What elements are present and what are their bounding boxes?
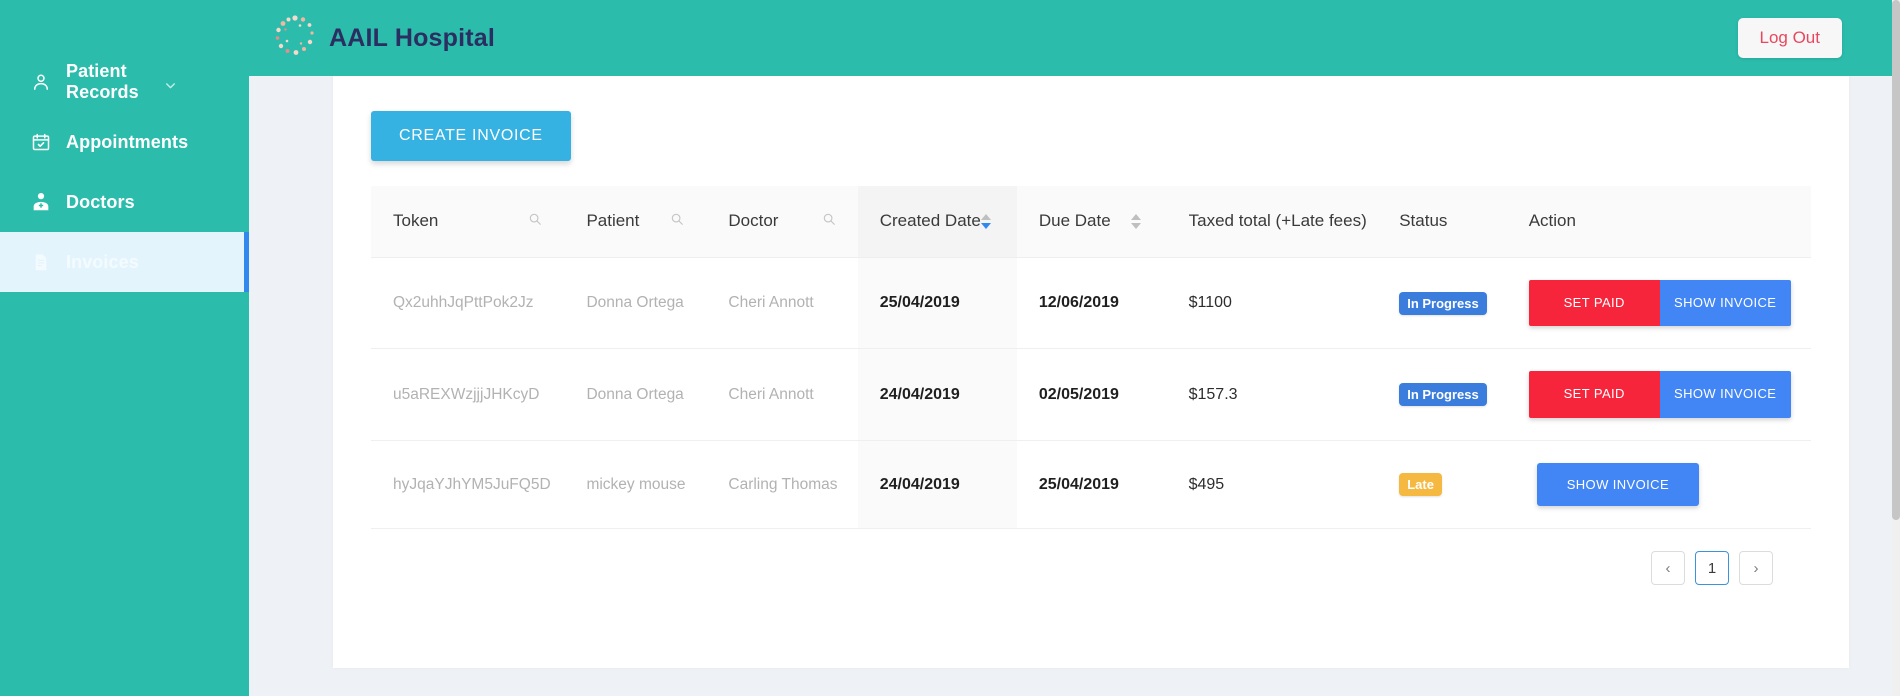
toolbar: CREATE INVOICE <box>333 76 1849 161</box>
table-row: Qx2uhhJqPttPok2Jz Donna Ortega Cheri Ann… <box>371 257 1811 350</box>
sidebar-item-doctors[interactable]: Doctors <box>0 172 249 232</box>
cell-due-date: 02/05/2019 <box>1016 348 1167 442</box>
sidebar-item-invoices[interactable]: Invoices <box>0 232 249 292</box>
cell-taxed-total: $1100 <box>1166 257 1378 350</box>
cell-token: u5aREXWzjjjJHKcyD <box>371 348 565 442</box>
pagination: ‹ 1 › <box>371 529 1811 586</box>
table-body: Qx2uhhJqPttPok2Jz Donna Ortega Cheri Ann… <box>371 257 1811 530</box>
sort-toggle-due-date[interactable] <box>1130 213 1141 229</box>
invoices-card: CREATE INVOICE Token Patient Doctor Crea… <box>333 76 1849 668</box>
col-created-date[interactable]: Created Date <box>857 186 1017 258</box>
main-region: AAIL Hospital Log Out CREATE INVOICE Tok… <box>249 0 1900 696</box>
sidebar-item-label: Invoices <box>66 251 139 272</box>
user-icon <box>28 70 54 94</box>
status-badge: In Progress <box>1399 291 1487 315</box>
sidebar: Patient Records Appointments Doctors Inv… <box>0 0 249 696</box>
cell-patient: Donna Ortega <box>564 348 707 442</box>
col-token[interactable]: Token <box>371 186 565 258</box>
invoices-table: Token Patient Doctor Created Date Due Da… <box>371 186 1811 530</box>
brand: AAIL Hospital <box>267 10 495 66</box>
set-paid-button[interactable]: SET PAID <box>1528 371 1660 419</box>
topbar: AAIL Hospital Log Out <box>249 0 1900 76</box>
chevron-down-icon[interactable] <box>164 76 177 89</box>
cell-created-date: 24/04/2019 <box>857 440 1017 530</box>
cell-patient: Donna Ortega <box>564 257 707 350</box>
invoices-table-wrap: Token Patient Doctor Created Date Due Da… <box>333 161 1849 586</box>
scrollbar-thumb[interactable] <box>1892 0 1900 520</box>
table-row: u5aREXWzjjjJHKcyD Donna Ortega Cheri Ann… <box>371 348 1811 442</box>
action-group: SET PAID SHOW INVOICE <box>1528 371 1791 419</box>
table-header-row: Token Patient Doctor Created Date Due Da… <box>371 186 1811 258</box>
status-badge: Late <box>1399 473 1442 497</box>
cell-token: Qx2uhhJqPttPok2Jz <box>371 257 565 350</box>
search-icon[interactable] <box>670 211 684 231</box>
cell-doctor: Cheri Annott <box>706 348 858 442</box>
brand-name: AAIL Hospital <box>329 23 496 52</box>
cell-patient: mickey mouse <box>564 440 707 530</box>
cell-action: SET PAID SHOW INVOICE <box>1506 348 1811 442</box>
create-invoice-button[interactable]: CREATE INVOICE <box>371 111 571 161</box>
sort-toggle-created-date[interactable] <box>980 213 991 229</box>
col-status: Status <box>1377 186 1507 258</box>
col-patient[interactable]: Patient <box>564 186 707 258</box>
table-head: Token Patient Doctor Created Date Due Da… <box>371 186 1811 258</box>
show-invoice-button[interactable]: SHOW INVOICE <box>1659 371 1791 419</box>
pagination-page-1[interactable]: 1 <box>1695 551 1729 586</box>
sidebar-item-label: Doctors <box>66 191 135 212</box>
cell-due-date: 25/04/2019 <box>1016 440 1167 530</box>
cell-action: SET PAID SHOW INVOICE <box>1506 257 1811 350</box>
cell-status: In Progress <box>1377 348 1507 442</box>
page-scrollbar[interactable] <box>1892 0 1900 696</box>
sidebar-item-label: Patient Records <box>66 61 139 102</box>
logo-icon <box>267 10 323 66</box>
sidebar-item-patient-records[interactable]: Patient Records <box>0 52 249 112</box>
table-row: hyJqaYJhYM5JuFQ5D mickey mouse Carling T… <box>371 440 1811 530</box>
action-group: SET PAID SHOW INVOICE <box>1528 279 1791 327</box>
document-icon <box>28 250 54 274</box>
search-icon[interactable] <box>528 211 542 231</box>
cell-taxed-total: $495 <box>1166 440 1378 530</box>
col-taxed-total: Taxed total (+Late fees) <box>1166 186 1378 258</box>
invoices-page: Patient Records Appointments Doctors Inv… <box>0 0 1900 696</box>
status-badge: In Progress <box>1399 383 1487 407</box>
cell-token: hyJqaYJhYM5JuFQ5D <box>371 440 565 530</box>
sidebar-item-appointments[interactable]: Appointments <box>0 112 249 172</box>
set-paid-button[interactable]: SET PAID <box>1528 279 1660 327</box>
cell-doctor: Cheri Annott <box>706 257 858 350</box>
cell-action: SHOW INVOICE <box>1506 440 1811 530</box>
calendar-icon <box>28 130 54 154</box>
col-action: Action <box>1506 186 1811 258</box>
search-icon[interactable] <box>822 211 836 231</box>
cell-doctor: Carling Thomas <box>706 440 858 530</box>
pagination-next[interactable]: › <box>1739 551 1773 586</box>
cell-due-date: 12/06/2019 <box>1016 257 1167 350</box>
cell-taxed-total: $157.3 <box>1166 348 1378 442</box>
cell-created-date: 24/04/2019 <box>857 348 1017 442</box>
show-invoice-button[interactable]: SHOW INVOICE <box>1536 463 1700 507</box>
logout-button[interactable]: Log Out <box>1737 18 1842 58</box>
pagination-prev[interactable]: ‹ <box>1651 551 1685 586</box>
cell-status: Late <box>1377 440 1507 530</box>
col-doctor[interactable]: Doctor <box>706 186 858 258</box>
show-invoice-button[interactable]: SHOW INVOICE <box>1659 279 1791 327</box>
col-due-date[interactable]: Due Date <box>1016 186 1167 258</box>
cell-created-date: 25/04/2019 <box>857 257 1017 350</box>
sidebar-item-label: Appointments <box>66 131 189 152</box>
cell-status: In Progress <box>1377 257 1507 350</box>
doctor-icon <box>28 190 54 214</box>
